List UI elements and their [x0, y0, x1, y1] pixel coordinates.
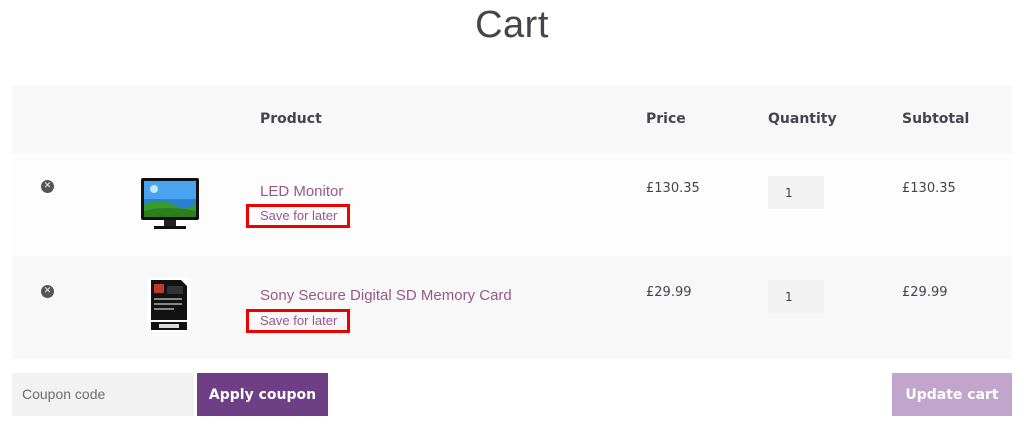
cart-actions: Apply coupon Update cart: [12, 373, 1012, 416]
product-link[interactable]: Sony Secure Digital SD Memory Card: [260, 287, 512, 304]
table-header: Product Price Quantity Subtotal: [12, 85, 1012, 153]
sd-card-thumbnail[interactable]: [145, 276, 193, 338]
cart-table: Product Price Quantity Subtotal ✕ LED Mo…: [12, 85, 1012, 359]
page-title: Cart: [475, 4, 549, 46]
cart-row: ✕ LED Monitor Save for later £130.35 £13…: [12, 153, 1012, 256]
monitor-image: [141, 178, 199, 229]
header-subtotal: Subtotal: [902, 111, 970, 127]
save-for-later-button[interactable]: Save for later: [246, 309, 351, 333]
header-price: Price: [646, 111, 686, 127]
update-cart-button[interactable]: Update cart: [892, 373, 1012, 416]
remove-item-icon[interactable]: ✕: [41, 180, 54, 193]
header-product: Product: [260, 111, 322, 127]
coupon-code-input[interactable]: [12, 373, 194, 416]
quantity-input[interactable]: [768, 280, 824, 313]
led-monitor-thumbnail[interactable]: [140, 175, 200, 239]
item-subtotal: £130.35: [902, 181, 956, 196]
save-for-later-button[interactable]: Save for later: [246, 204, 351, 228]
cart-row: ✕ Sony Secure Digital SD Memory Card Sav…: [12, 256, 1012, 359]
sd-card-image: [147, 278, 191, 332]
item-price: £130.35: [646, 181, 700, 196]
item-price: £29.99: [646, 285, 692, 300]
item-subtotal: £29.99: [902, 285, 948, 300]
quantity-input[interactable]: [768, 176, 824, 209]
header-quantity: Quantity: [768, 111, 837, 127]
remove-item-icon[interactable]: ✕: [41, 285, 54, 298]
product-link[interactable]: LED Monitor: [260, 183, 343, 200]
apply-coupon-button[interactable]: Apply coupon: [197, 373, 328, 416]
